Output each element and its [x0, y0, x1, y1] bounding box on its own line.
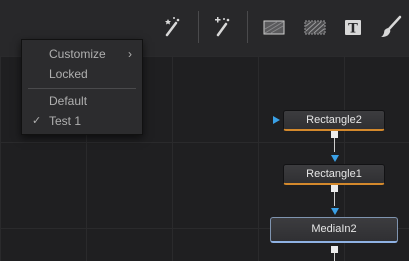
node-label: Rectangle2: [306, 114, 362, 126]
magic-wand-icon[interactable]: [159, 14, 185, 40]
text-tool-label: T: [348, 22, 358, 37]
menu-separator: [28, 88, 136, 89]
menu-item-label: Locked: [49, 67, 88, 81]
fusion-node-editor: T Rectangle2 Rectangle1 MediaIn2 Customi…: [0, 0, 409, 261]
input-port-arrow-icon[interactable]: [331, 155, 339, 162]
toolbar-separator: [198, 11, 199, 43]
menu-item-label: Default: [49, 94, 88, 108]
node-link: [334, 192, 335, 206]
node-rectangle1[interactable]: Rectangle1: [283, 164, 385, 185]
text-icon[interactable]: T: [340, 14, 366, 40]
node-rectangle2[interactable]: Rectangle2: [283, 110, 385, 131]
menu-item-label: Customize: [49, 47, 106, 61]
menu-item-default[interactable]: Default: [22, 92, 142, 110]
chevron-right-icon: ›: [128, 47, 132, 61]
rectangle-mask-icon[interactable]: [261, 14, 287, 40]
output-port-icon[interactable]: [331, 246, 338, 253]
output-port-icon[interactable]: [331, 185, 338, 192]
magic-wand-plus-icon[interactable]: [209, 14, 235, 40]
node-link: [334, 253, 335, 261]
output-port-icon[interactable]: [331, 131, 338, 138]
node-label: MediaIn2: [311, 223, 357, 235]
gradient-mask-icon[interactable]: [302, 14, 328, 40]
paint-brush-icon[interactable]: [378, 14, 404, 40]
menu-item-label: Test 1: [49, 114, 82, 128]
toolbar-separator: [247, 11, 248, 43]
options-menu: Customize › Locked Default ✓ Test 1: [21, 39, 143, 135]
input-port-arrow-icon[interactable]: [273, 116, 280, 124]
node-link: [334, 138, 335, 152]
menu-item-customize[interactable]: Customize ›: [22, 45, 142, 63]
input-port-arrow-icon[interactable]: [331, 208, 339, 215]
menu-item-locked[interactable]: Locked: [22, 65, 142, 83]
node-label: Rectangle1: [306, 168, 362, 180]
menu-item-test-1[interactable]: ✓ Test 1: [22, 112, 142, 130]
node-mediain2[interactable]: MediaIn2: [270, 217, 398, 243]
checkmark-icon: ✓: [32, 115, 42, 127]
